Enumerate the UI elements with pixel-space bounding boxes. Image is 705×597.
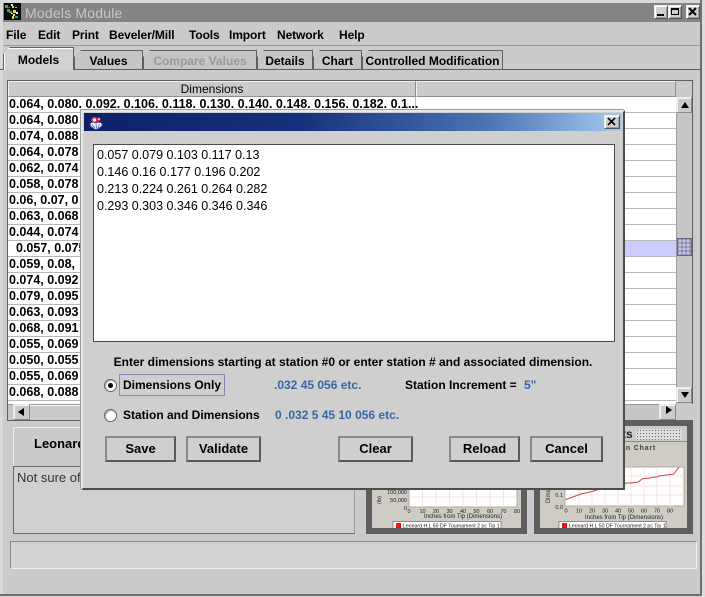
svg-text:Inches from Tip (Dimensions): Inches from Tip (Dimensions) <box>424 514 502 520</box>
svg-text:50: 50 <box>628 509 634 515</box>
svg-text:100,000: 100,000 <box>387 490 407 496</box>
svg-text:10: 10 <box>576 509 582 515</box>
svg-text:Inches from Tip (Dimensions): Inches from Tip (Dimensions) <box>585 515 663 521</box>
svg-text:70: 70 <box>654 509 660 515</box>
svg-text:40: 40 <box>615 509 621 515</box>
svg-text:(lb): (lb) <box>377 496 383 504</box>
svg-text:0.1: 0.1 <box>555 493 563 499</box>
svg-text:0: 0 <box>407 509 410 515</box>
svg-text:20: 20 <box>589 509 595 515</box>
svg-text:30: 30 <box>602 509 608 515</box>
svg-text:Leonard H.L 50 DF Tournament 2: Leonard H.L 50 DF Tournament 2 pc Tip 1 <box>569 524 666 529</box>
svg-text:Leonard H.L 50 DF Tournament 2: Leonard H.L 50 DF Tournament 2 pc Tip 1 <box>403 524 500 529</box>
svg-text:80: 80 <box>667 509 673 515</box>
svg-text:50,000: 50,000 <box>390 498 407 504</box>
svg-text:80: 80 <box>514 509 520 515</box>
svg-text:0.0: 0.0 <box>555 505 563 511</box>
svg-text:60: 60 <box>641 509 647 515</box>
svg-text:0: 0 <box>564 509 567 515</box>
